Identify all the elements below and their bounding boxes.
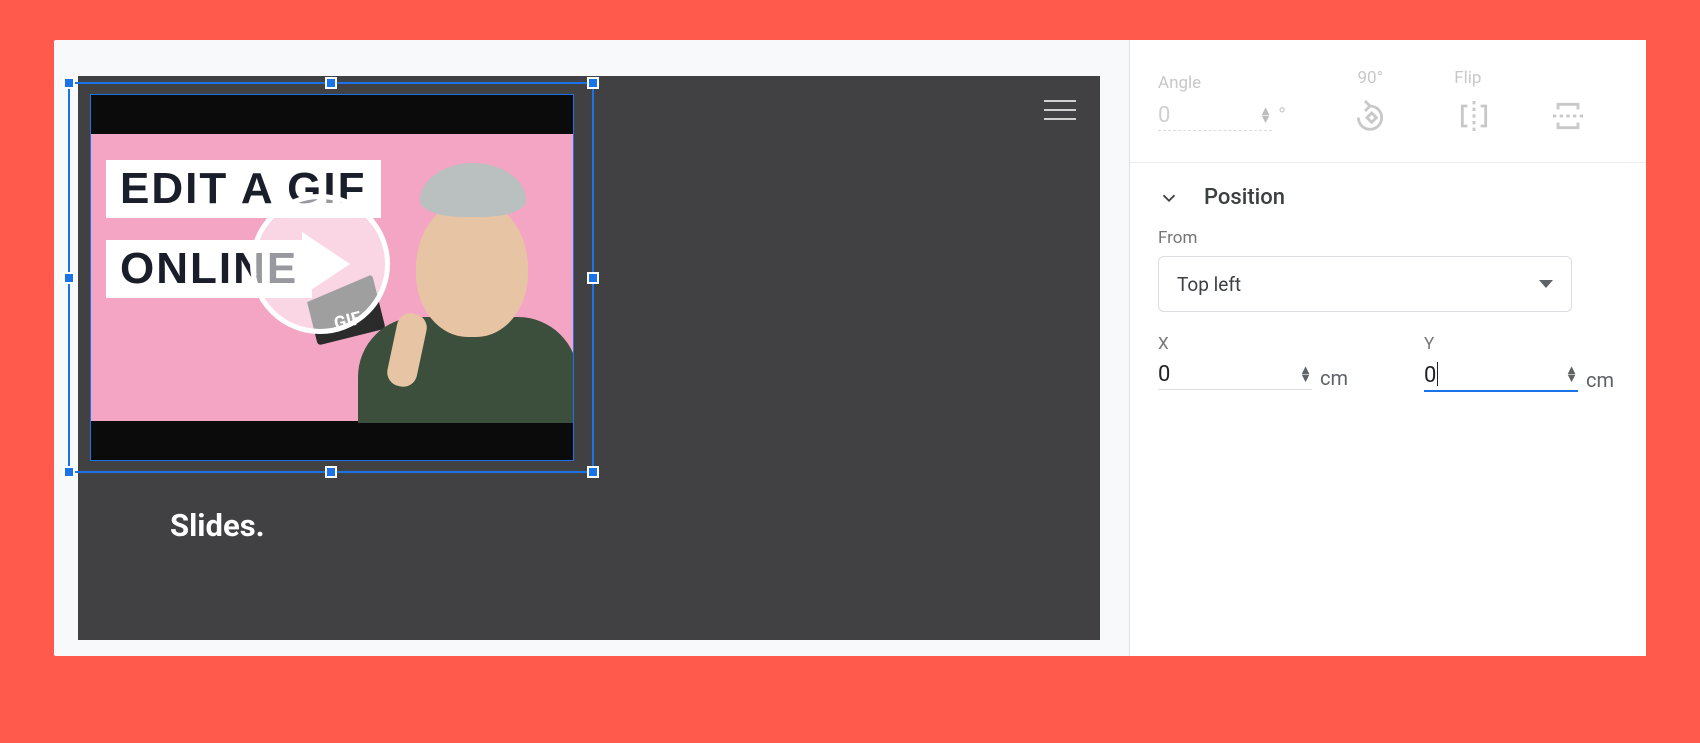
dropdown-triangle-icon — [1539, 280, 1553, 288]
properties-panel: Angle 0 ▲▼ ° 90° Flip — [1129, 40, 1646, 656]
angle-value: 0 — [1158, 103, 1253, 128]
hamburger-icon[interactable] — [1044, 100, 1076, 120]
chevron-down-icon — [1158, 187, 1180, 209]
y-label: Y — [1424, 334, 1614, 354]
angle-stepper[interactable]: ▲▼ — [1259, 108, 1272, 124]
from-value: Top left — [1177, 273, 1241, 296]
flip-horizontal-icon[interactable] — [1454, 96, 1494, 136]
position-section-header[interactable]: Position — [1130, 163, 1646, 218]
angle-input[interactable]: 0 ▲▼ — [1158, 101, 1272, 131]
flip-label: Flip — [1454, 68, 1481, 88]
resize-handle-br[interactable] — [587, 466, 599, 478]
x-unit: cm — [1320, 366, 1348, 390]
resize-handle-tc[interactable] — [325, 77, 337, 89]
flip-vertical-icon[interactable] — [1548, 96, 1588, 136]
app-frame: Slides. EDIT A GIF ONLINE GIF — [54, 40, 1646, 656]
y-unit: cm — [1586, 368, 1614, 392]
selection-box[interactable] — [68, 82, 594, 473]
y-input[interactable]: 0 ▲▼ — [1424, 362, 1578, 392]
x-stepper[interactable]: ▲▼ — [1299, 367, 1312, 383]
slide-text: Slides. — [170, 506, 265, 546]
y-stepper[interactable]: ▲▼ — [1565, 367, 1578, 383]
resize-handle-bc[interactable] — [325, 466, 337, 478]
from-label: From — [1158, 228, 1618, 248]
resize-handle-tr[interactable] — [587, 77, 599, 89]
angle-label: Angle — [1158, 73, 1286, 93]
resize-handle-mr[interactable] — [587, 272, 599, 284]
from-select[interactable]: Top left — [1158, 256, 1572, 312]
resize-handle-bl[interactable] — [63, 466, 75, 478]
x-input[interactable]: 0 ▲▼ — [1158, 362, 1312, 390]
text-caret — [1437, 362, 1438, 386]
x-label: X — [1158, 334, 1348, 354]
x-value: 0 — [1158, 362, 1291, 387]
rotate-90-label: 90° — [1357, 68, 1382, 88]
slide-canvas-area[interactable]: Slides. EDIT A GIF ONLINE GIF — [54, 40, 1129, 656]
resize-handle-tl[interactable] — [63, 77, 75, 89]
y-value: 0 — [1424, 362, 1557, 388]
degree-symbol: ° — [1278, 104, 1286, 129]
rotate-90-icon[interactable] — [1350, 96, 1390, 136]
resize-handle-ml[interactable] — [63, 272, 75, 284]
rotation-section: Angle 0 ▲▼ ° 90° Flip — [1130, 52, 1646, 162]
position-title: Position — [1204, 185, 1285, 210]
